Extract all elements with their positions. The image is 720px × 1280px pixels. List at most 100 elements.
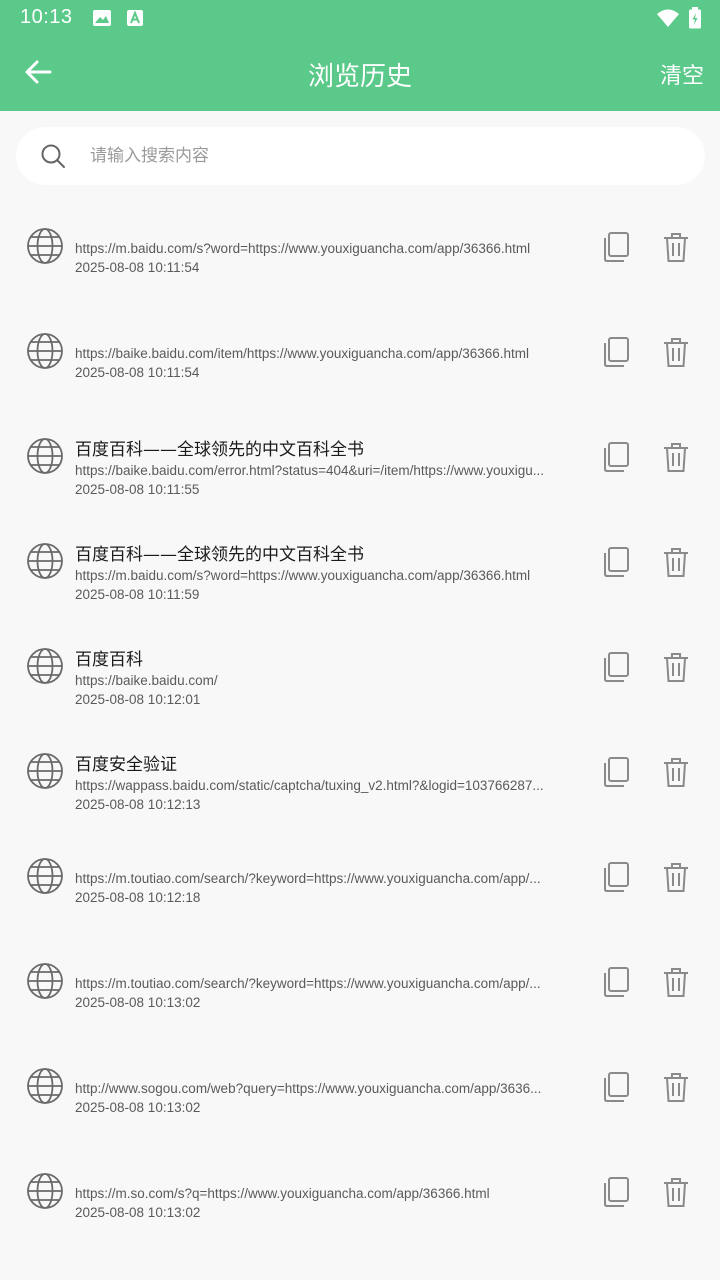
battery-icon — [688, 7, 702, 33]
item-text: https://m.toutiao.com/search/?keyword=ht… — [75, 869, 583, 907]
item-url: https://m.so.com/s?q=https://www.youxigu… — [75, 1186, 490, 1201]
status-bar: 10:13 — [0, 0, 720, 36]
status-time: 10:13 — [20, 6, 73, 28]
delete-button[interactable] — [660, 335, 692, 369]
delete-button[interactable] — [660, 545, 692, 579]
copy-icon — [604, 652, 629, 682]
history-item[interactable]: https://baike.baidu.com/item/https://www… — [0, 298, 720, 403]
copy-icon — [604, 232, 629, 262]
item-url: http://www.sogou.com/web?query=https://w… — [75, 1081, 542, 1096]
copy-button[interactable] — [598, 545, 632, 579]
globe-icon — [26, 1067, 64, 1109]
copy-button[interactable] — [598, 230, 632, 264]
item-time: 2025-08-08 10:12:13 — [75, 797, 201, 812]
item-text: https://m.so.com/s?q=https://www.youxigu… — [75, 1184, 583, 1222]
trash-icon — [664, 653, 688, 682]
item-text: https://m.toutiao.com/search/?keyword=ht… — [75, 974, 583, 1012]
search-icon — [40, 143, 66, 173]
search-input[interactable] — [90, 127, 670, 185]
globe-icon — [26, 647, 64, 689]
item-url: https://baike.baidu.com/item/https://www… — [75, 346, 529, 361]
globe-icon — [26, 752, 64, 794]
text-a-icon — [126, 9, 144, 31]
trash-icon — [664, 443, 688, 472]
item-title: 百度安全验证 — [75, 755, 177, 775]
copy-button[interactable] — [598, 650, 632, 684]
copy-icon — [604, 547, 629, 577]
delete-button[interactable] — [660, 860, 692, 894]
item-text: https://m.baidu.com/s?word=https://www.y… — [75, 239, 583, 277]
globe-icon — [26, 1172, 64, 1214]
globe-icon — [26, 962, 64, 1004]
item-text: 百度百科——全球领先的中文百科全书 https://baike.baidu.co… — [75, 439, 583, 499]
app-bar: 浏览历史 清空 — [0, 36, 720, 111]
item-text: 百度百科 https://baike.baidu.com/ 2025-08-08… — [75, 649, 583, 709]
item-text: https://baike.baidu.com/item/https://www… — [75, 344, 583, 382]
item-url: https://m.baidu.com/s?word=https://www.y… — [75, 568, 531, 583]
item-time: 2025-08-08 10:11:54 — [75, 260, 200, 275]
item-text: 百度安全验证 https://wappass.baidu.com/static/… — [75, 754, 583, 814]
copy-button[interactable] — [598, 440, 632, 474]
item-time: 2025-08-08 10:11:54 — [75, 365, 200, 380]
item-time: 2025-08-08 10:11:55 — [75, 482, 200, 497]
globe-icon — [26, 227, 64, 269]
trash-icon — [664, 1073, 688, 1102]
trash-icon — [664, 1178, 688, 1207]
item-title: 百度百科——全球领先的中文百科全书 — [75, 440, 364, 460]
history-item[interactable]: http://www.sogou.com/web?query=https://w… — [0, 1033, 720, 1138]
item-time: 2025-08-08 10:13:02 — [75, 1100, 201, 1115]
wifi-icon — [656, 8, 680, 32]
trash-icon — [664, 233, 688, 262]
delete-button[interactable] — [660, 755, 692, 789]
item-time: 2025-08-08 10:12:01 — [75, 692, 201, 707]
item-url: https://baike.baidu.com/error.html?statu… — [75, 463, 544, 478]
delete-button[interactable] — [660, 1070, 692, 1104]
copy-icon — [604, 757, 629, 787]
copy-button[interactable] — [598, 965, 632, 999]
item-url: https://m.toutiao.com/search/?keyword=ht… — [75, 976, 541, 991]
trash-icon — [664, 968, 688, 997]
copy-icon — [604, 442, 629, 472]
history-item[interactable]: https://m.so.com/s?q=https://www.youxigu… — [0, 1138, 720, 1243]
trash-icon — [664, 548, 688, 577]
page-title: 浏览历史 — [307, 62, 412, 92]
copy-button[interactable] — [598, 755, 632, 789]
history-list: https://m.baidu.com/s?word=https://www.y… — [0, 193, 720, 1243]
delete-button[interactable] — [660, 650, 692, 684]
copy-button[interactable] — [598, 860, 632, 894]
item-time: 2025-08-08 10:11:59 — [75, 587, 200, 602]
item-url: https://m.toutiao.com/search/?keyword=ht… — [75, 871, 541, 886]
copy-icon — [604, 862, 629, 892]
copy-button[interactable] — [598, 335, 632, 369]
copy-button[interactable] — [598, 1070, 632, 1104]
delete-button[interactable] — [660, 965, 692, 999]
image-icon — [92, 9, 112, 31]
globe-icon — [26, 542, 64, 584]
globe-icon — [26, 437, 64, 479]
delete-button[interactable] — [660, 1175, 692, 1209]
item-time: 2025-08-08 10:13:02 — [75, 995, 201, 1010]
copy-icon — [604, 967, 629, 997]
globe-icon — [26, 332, 64, 374]
delete-button[interactable] — [660, 230, 692, 264]
item-time: 2025-08-08 10:13:02 — [75, 1205, 201, 1220]
trash-icon — [664, 338, 688, 367]
copy-button[interactable] — [598, 1175, 632, 1209]
history-item[interactable]: 百度百科——全球领先的中文百科全书 https://m.baidu.com/s?… — [0, 508, 720, 613]
delete-button[interactable] — [660, 440, 692, 474]
history-item[interactable]: https://m.toutiao.com/search/?keyword=ht… — [0, 928, 720, 1033]
trash-icon — [664, 863, 688, 892]
clear-button[interactable]: 清空 — [660, 58, 704, 90]
history-item[interactable]: https://m.baidu.com/s?word=https://www.y… — [0, 193, 720, 298]
search-box — [16, 127, 705, 185]
history-item[interactable]: https://m.toutiao.com/search/?keyword=ht… — [0, 823, 720, 928]
item-url: https://wappass.baidu.com/static/captcha… — [75, 778, 544, 793]
history-item[interactable]: 百度百科 https://baike.baidu.com/ 2025-08-08… — [0, 613, 720, 718]
history-item[interactable]: 百度安全验证 https://wappass.baidu.com/static/… — [0, 718, 720, 823]
copy-icon — [604, 1072, 629, 1102]
history-item[interactable]: 百度百科——全球领先的中文百科全书 https://baike.baidu.co… — [0, 403, 720, 508]
item-title: 百度百科——全球领先的中文百科全书 — [75, 545, 364, 565]
globe-icon — [26, 857, 64, 899]
copy-icon — [604, 1177, 629, 1207]
item-text: 百度百科——全球领先的中文百科全书 https://m.baidu.com/s?… — [75, 544, 583, 604]
